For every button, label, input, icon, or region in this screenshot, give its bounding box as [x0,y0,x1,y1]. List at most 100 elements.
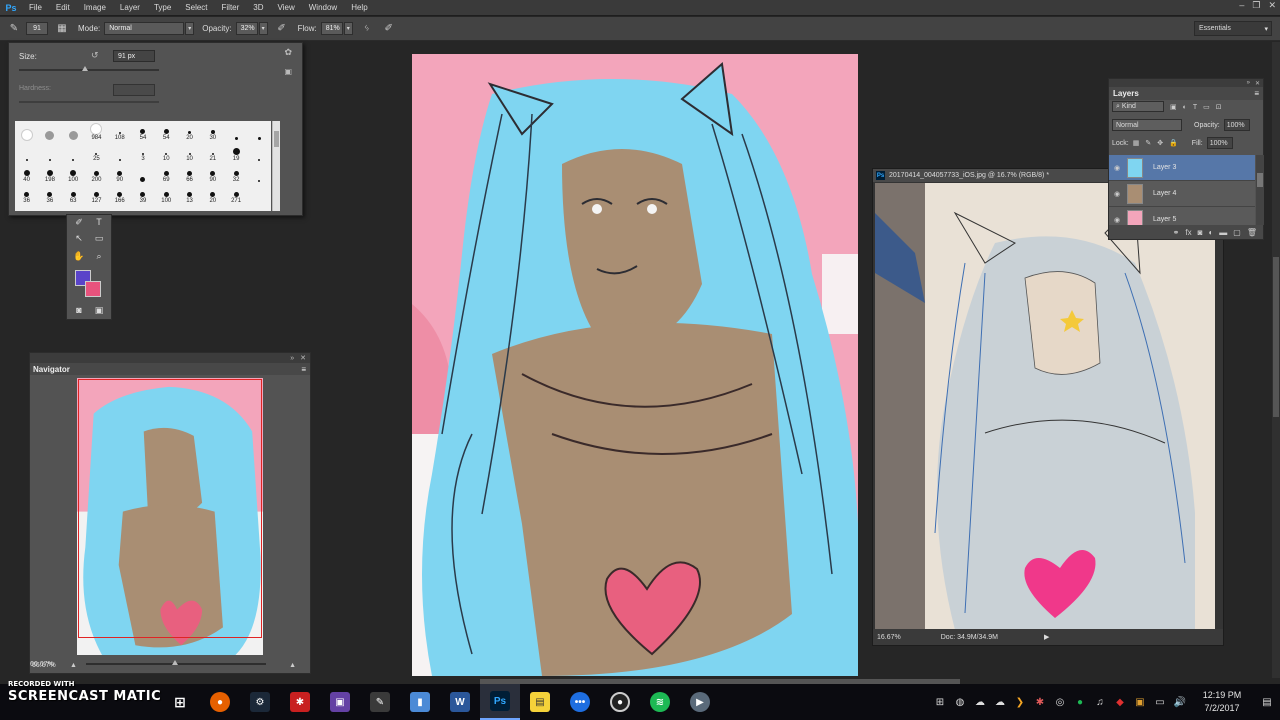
zoom-slider[interactable] [86,660,266,665]
brush-preset[interactable] [131,163,154,184]
brush-preset[interactable] [108,142,131,163]
rectangle-tool-icon[interactable]: ▭ [93,233,105,244]
brush-preset[interactable]: 3 [131,142,154,163]
workspace-select[interactable]: Essentials ▾ [1194,21,1272,36]
restore-button[interactable]: ❐ [1252,0,1260,11]
menu-select[interactable]: Select [178,3,214,12]
brush-preset[interactable]: 90 [201,163,224,184]
pressure-opacity-icon[interactable]: ✐ [274,21,290,37]
menu-filter[interactable]: Filter [215,3,247,12]
brush-preset[interactable]: 108 [108,121,131,142]
brush-preset[interactable]: 69 [155,163,178,184]
new-group-icon[interactable]: ▬ [1219,228,1227,237]
hardness-slider[interactable] [19,101,159,103]
brush-preset[interactable]: 25 [85,142,108,163]
layer-row[interactable]: ◉ Layer 4 [1109,181,1255,207]
layer-fill-field[interactable]: 100% [1206,137,1233,149]
app-tray-icon[interactable]: ✱ [1030,697,1050,708]
brush-panel-toggle-icon[interactable]: ▦ [54,21,70,37]
brush-preset[interactable]: 166 [108,184,131,205]
brush-preset[interactable]: 271 [224,184,247,205]
brush-preset[interactable]: 13 [178,184,201,205]
start-button[interactable]: ⊞ [160,684,200,720]
layer-row[interactable]: ◉ Layer 3 [1109,155,1255,181]
brush-preset[interactable]: 984 [85,121,108,142]
menu-help[interactable]: Help [344,3,374,12]
network-icon[interactable]: ▭ [1150,697,1170,708]
twitch-taskbar[interactable]: ▣ [320,684,360,720]
brush-preset[interactable]: 36 [38,184,61,205]
menu-edit[interactable]: Edit [49,3,77,12]
pressure-size-icon[interactable]: ✐ [381,21,397,37]
lock-icons[interactable]: ▦✎✥🔒 [1133,139,1184,147]
chevron-down-icon[interactable]: ▾ [343,22,353,35]
blend-mode-select[interactable]: Normal [1112,119,1182,131]
brush-preset[interactable] [224,121,247,142]
filter-type-icons[interactable]: ▣◐T▭⊡ [1170,103,1228,111]
layer-name[interactable]: Layer 4 [1153,190,1176,197]
photoshop-taskbar[interactable]: Ps [480,684,520,720]
opacity-field[interactable]: 32% [235,22,258,35]
collapse-icon[interactable]: » [290,355,294,362]
steam-taskbar[interactable]: ⚙ [240,684,280,720]
paint-tray-icon[interactable]: ▣ [1130,697,1150,708]
brush-preset[interactable]: 200 [85,163,108,184]
brush-preset[interactable] [248,121,271,142]
brush-preset[interactable]: 32 [224,163,247,184]
brush-preset[interactable]: 90 [108,163,131,184]
fx-icon[interactable]: fx [1185,228,1191,237]
windows-tray-icon[interactable]: ⊞ [930,697,950,708]
kind-filter-select[interactable]: ⌕ Kind [1112,101,1164,112]
app-red-taskbar[interactable]: ✱ [280,684,320,720]
menu-file[interactable]: File [22,3,49,12]
brush-preset[interactable]: 40 [15,163,38,184]
brush-preset[interactable] [248,163,271,184]
eyedropper-icon[interactable]: ✐ [73,217,85,228]
brush-preset[interactable]: 30 [201,121,224,142]
brush-preset[interactable] [248,142,271,163]
visibility-eye-icon[interactable]: ◉ [1109,164,1125,172]
spotify-tray-icon[interactable]: ● [1070,697,1090,708]
chat-tray-icon[interactable]: ☁ [970,697,990,708]
brush-tool-icon[interactable]: ✎ [6,21,22,37]
word-taskbar[interactable]: W [440,684,480,720]
volume-icon[interactable]: 🔊 [1170,697,1190,708]
brush-preset[interactable]: 20 [178,121,201,142]
notifications-icon[interactable]: ▤ [1254,697,1280,708]
menu-type[interactable]: Type [147,3,178,12]
navigator-tab[interactable]: Navigator ≡ [30,363,310,375]
flow-field[interactable]: 81% [320,22,343,35]
text-tool-icon[interactable]: T [93,217,105,227]
steam-tray-icon[interactable]: ◎ [1050,697,1070,708]
panel-menu-icon[interactable]: ≡ [301,365,306,374]
brush-preset[interactable] [38,142,61,163]
scrollbar-thumb[interactable] [1257,173,1263,187]
spotify-taskbar[interactable]: ≋ [640,684,680,720]
new-preset-icon[interactable]: ▣ [284,67,292,76]
layers-tab[interactable]: Layers ≡ [1109,87,1263,100]
main-canvas[interactable] [412,54,858,676]
brush-preset[interactable] [62,121,85,142]
brush-preset[interactable] [15,142,38,163]
brush-preset[interactable]: 100 [155,184,178,205]
gear-icon[interactable]: ✿ [284,47,292,58]
scrollbar-thumb[interactable] [1273,257,1279,417]
brush-preset[interactable]: 127 [85,184,108,205]
visibility-eye-icon[interactable]: ◉ [1109,216,1125,224]
new-layer-icon[interactable]: ▢ [1233,228,1241,237]
screencast-taskbar[interactable]: ▶ [680,684,720,720]
chevron-down-icon[interactable]: ▾ [258,22,268,35]
menu-layer[interactable]: Layer [113,3,147,12]
zoom-in-icon[interactable]: ▲ [289,662,296,669]
brush-preset[interactable] [38,121,61,142]
music-tray-icon[interactable]: ♫ [1090,697,1110,708]
status-menu-icon[interactable]: ▶ [1044,633,1049,641]
close-button[interactable]: ✕ [1268,0,1276,11]
brush-preset-scrollbar[interactable] [272,121,280,211]
minimize-button[interactable]: – [1239,0,1244,11]
zoom-slider-handle[interactable] [172,660,178,665]
brush-preset[interactable]: 66 [178,163,201,184]
layer-opacity-field[interactable]: 100% [1223,119,1250,131]
brush-size-field[interactable]: 91 [26,22,48,35]
app-blue-taskbar[interactable]: ▮ [400,684,440,720]
